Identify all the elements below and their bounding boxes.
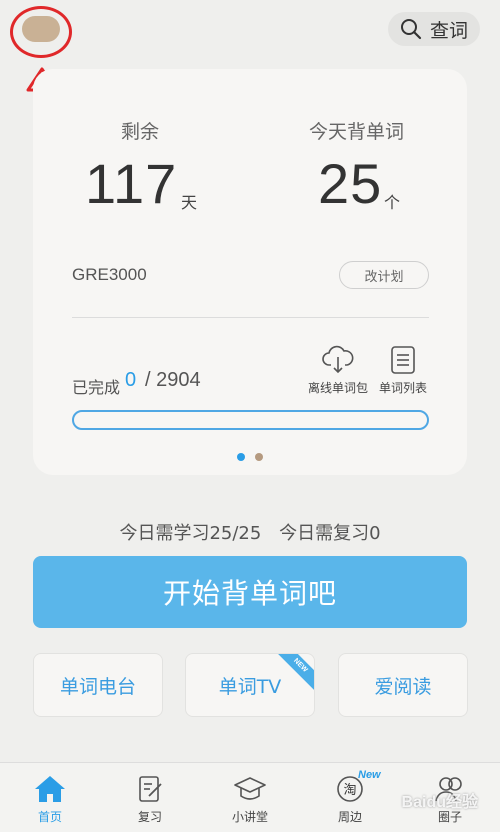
word-list-button[interactable]: 单词列表	[371, 345, 435, 396]
study-plan-card[interactable]: 剩余 117 天 今天背单词 25 个 GRE3000 改计划 已完成 0 / …	[33, 69, 467, 475]
page-dot	[237, 453, 245, 461]
completed-count: 0	[125, 369, 137, 391]
taobao-glyph: 淘	[343, 783, 356, 798]
reading-label: 爱阅读	[374, 675, 432, 698]
nav-item-label: 周边	[337, 810, 362, 824]
change-plan-button[interactable]: 改计划	[339, 261, 429, 289]
list-icon	[391, 346, 415, 374]
review-count-text: 今日需复习0	[279, 523, 381, 544]
today-words-label: 今天背单词	[309, 121, 405, 143]
today-words-unit: 个	[384, 193, 401, 212]
today-words-value: 25	[318, 152, 383, 215]
offline-pack-label: 离线单词包	[307, 381, 368, 395]
completed-total: / 2904	[145, 369, 201, 391]
cloud-download-icon	[322, 345, 354, 374]
progress-bar	[72, 410, 429, 430]
nav-item-lectures[interactable]: 小讲堂	[200, 763, 300, 832]
nav-item-shop[interactable]: New 淘 周边	[300, 763, 400, 832]
search-icon	[400, 19, 422, 40]
nav-new-badge: New	[358, 769, 381, 781]
word-list-label: 单词列表	[378, 381, 427, 395]
watermark: Baidu经验	[401, 794, 478, 811]
word-tv-button[interactable]: 单词TV NEW	[185, 653, 315, 717]
review-icon	[139, 776, 162, 802]
word-radio-label: 单词电台	[59, 675, 136, 698]
remaining-days-unit: 天	[181, 193, 198, 212]
search-label: 查词	[429, 19, 468, 42]
nav-item-label: 首页	[37, 810, 62, 824]
word-book-name: GRE3000	[72, 265, 147, 284]
home-icon	[35, 776, 65, 802]
word-tv-label: 单词TV	[218, 675, 282, 698]
annotation-circle	[10, 6, 72, 58]
word-radio-button[interactable]: 单词电台	[33, 653, 163, 717]
remaining-days-value: 117	[85, 152, 178, 215]
graduation-cap-icon	[234, 777, 266, 800]
reading-button[interactable]: 爱阅读	[338, 653, 468, 717]
page-indicator	[33, 453, 467, 461]
remaining-days-label: 剩余	[121, 121, 160, 143]
nav-item-review[interactable]: 复习	[100, 763, 200, 832]
learn-count-text: 今日需学习25/25	[119, 523, 262, 544]
completed-label: 已完成	[72, 378, 121, 397]
nav-item-label: 复习	[137, 810, 162, 824]
page-dot	[255, 453, 263, 461]
divider	[72, 317, 429, 318]
today-summary: 今日需学习25/25 今日需复习0	[0, 519, 500, 545]
start-learning-button[interactable]: 开始背单词吧	[33, 556, 467, 628]
search-button[interactable]: 查词	[388, 12, 480, 46]
nav-item-label: 小讲堂	[231, 810, 268, 824]
offline-pack-button[interactable]: 离线单词包	[306, 345, 370, 396]
nav-item-home[interactable]: 首页	[0, 763, 100, 832]
